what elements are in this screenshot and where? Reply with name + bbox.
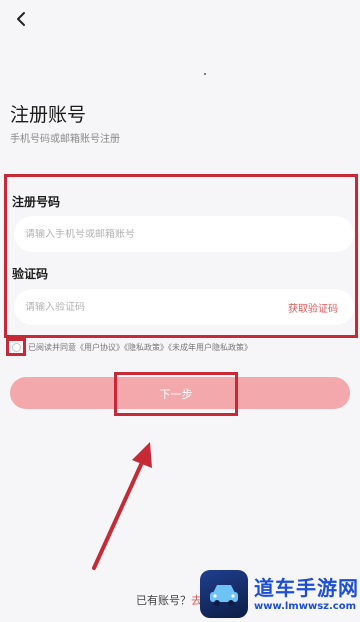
agreement-checkbox-highlight[interactable] <box>6 338 26 356</box>
registration-form-highlight: 注册号码 验证码 获取验证码 <box>4 174 358 338</box>
code-input[interactable] <box>25 301 288 313</box>
get-code-button[interactable]: 获取验证码 <box>288 300 338 315</box>
next-button-label: 下一步 <box>159 388 193 401</box>
have-account-row: 已有账号？去 <box>136 592 202 608</box>
page-subtitle: 手机号码或邮箱账号注册 <box>10 134 120 145</box>
agreement-text[interactable]: 已阅读并同意《用户协议》《隐私政策》《未成年用户隐私政策》 <box>28 342 252 353</box>
next-button[interactable]: 下一步 <box>114 372 238 416</box>
decorative-dot <box>204 73 206 75</box>
back-button[interactable] <box>10 8 32 30</box>
code-label: 验证码 <box>12 267 49 281</box>
phone-field-container[interactable] <box>14 216 354 252</box>
phone-label: 注册号码 <box>12 195 61 209</box>
have-account-text: 已有账号？ <box>136 594 191 607</box>
annotation-arrow-icon <box>92 442 152 570</box>
watermark-title: 道车手游网 <box>254 575 359 600</box>
site-watermark: 道车手游网 www.lmwwsz.com <box>200 570 359 618</box>
watermark-logo-icon <box>200 570 248 618</box>
agreement-checkbox[interactable] <box>11 342 21 352</box>
phone-input[interactable] <box>25 228 338 240</box>
watermark-url: www.lmwwsz.com <box>254 600 356 612</box>
agreement-row: 已阅读并同意《用户协议》《隐私政策》《未成年用户隐私政策》 <box>6 338 252 356</box>
page-title: 注册账号 <box>10 104 87 126</box>
chevron-left-icon <box>17 12 25 26</box>
code-field-container[interactable]: 获取验证码 <box>14 289 354 325</box>
